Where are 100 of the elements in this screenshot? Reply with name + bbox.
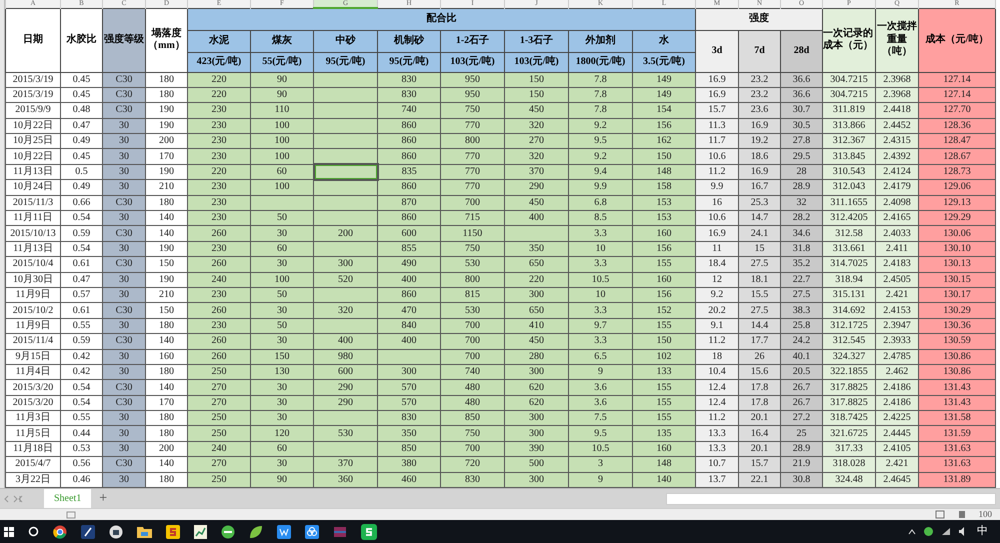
table-cell: 190 [146, 164, 188, 180]
table-cell: 9.4 [568, 164, 632, 180]
table-cell: 312.367 [822, 134, 876, 149]
table-cell: 460 [378, 472, 440, 488]
table-cell: 0.44 [60, 426, 102, 442]
table-cell: 2.4785 [876, 349, 918, 364]
table-cell: 10.6 [696, 210, 738, 226]
table-cell: 18.6 [738, 148, 780, 164]
table-cell: 18.1 [738, 272, 780, 288]
table-cell: 480 [440, 395, 504, 411]
table-cell: 2.4179 [876, 180, 918, 196]
table-cell: 127.14 [918, 72, 996, 88]
chevron-up-icon[interactable] [908, 528, 916, 534]
table-cell: 320 [504, 148, 568, 164]
table-cell: 450 [504, 102, 568, 118]
table-cell: 480 [440, 380, 504, 396]
add-sheet-button[interactable]: + [99, 492, 108, 506]
spreadsheet-app-icon[interactable] [361, 524, 377, 540]
zoom-level: 100 [978, 510, 992, 519]
table-cell: 30 [102, 210, 146, 226]
price-header: 103(元/吨) [504, 52, 568, 72]
table-cell: 28 [780, 164, 822, 180]
pen-icon[interactable] [81, 524, 95, 538]
table-cell: 2015/3/19 [6, 72, 60, 88]
folder-icon[interactable] [137, 526, 152, 538]
table-cell: 9.5 [568, 426, 632, 442]
table-cell: 10.7 [696, 456, 738, 472]
table-cell: 12.4 [696, 395, 738, 411]
table-cell: 100 [250, 272, 314, 288]
table-cell: 2.4098 [876, 195, 918, 211]
table-cell: 11月4日 [6, 364, 60, 380]
table-cell: 18.4 [696, 256, 738, 272]
input-method-indicator[interactable]: 中 [977, 526, 988, 537]
table-cell: 27.5 [780, 287, 822, 303]
archive-icon[interactable] [333, 524, 347, 538]
table-cell: 30 [102, 148, 146, 164]
table-cell: 850 [440, 410, 504, 426]
table-cell: 312.043 [822, 180, 876, 196]
normal-view-icon[interactable] [934, 510, 944, 519]
table-cell: 9.2 [568, 148, 632, 164]
search-icon[interactable] [28, 526, 39, 537]
table-cell: 2.3968 [876, 87, 918, 103]
strength-age-header: 28d [780, 30, 822, 72]
table-cell: 20.1 [738, 410, 780, 426]
material-header: 煤灰 [250, 30, 314, 52]
table-cell: 2.4183 [876, 256, 918, 272]
strength-age-header: 7d [738, 30, 780, 72]
table-cell: 16.9 [696, 226, 738, 242]
letter-s-tile-icon[interactable] [166, 524, 180, 538]
table-cell: 50 [250, 287, 314, 303]
grade-header: 强度等级 [102, 8, 146, 72]
table-cell: 322.1855 [822, 364, 876, 380]
sheet-tab[interactable]: Sheet1 [44, 489, 92, 508]
table-cell: 620 [504, 395, 568, 411]
table-cell: 400 [378, 334, 440, 350]
table-cell: 250 [188, 364, 250, 380]
table-cell: 15.5 [738, 287, 780, 303]
table-cell: 16 [696, 195, 738, 211]
table-cell: 0.45 [60, 148, 102, 164]
table-cell: 180 [146, 410, 188, 426]
table-cell: 0.66 [60, 195, 102, 211]
leaf-icon[interactable] [249, 524, 263, 538]
table-cell: 9.2 [568, 118, 632, 134]
table-cell: 23.2 [738, 72, 780, 88]
table-cell: 7.8 [568, 102, 632, 118]
chart-icon[interactable] [194, 524, 207, 538]
table-cell: 570 [378, 380, 440, 396]
table-cell: 230 [188, 180, 250, 196]
table-cell: 860 [378, 148, 440, 164]
table-cell: 129.29 [918, 210, 996, 226]
slump-header: 塌落度（mm） [146, 8, 188, 72]
table-cell: 149 [632, 72, 696, 88]
table-cell: 90 [250, 472, 314, 488]
material-header: 中砂 [314, 30, 378, 52]
table-cell: 11 [696, 241, 738, 257]
page-view-icon[interactable] [956, 510, 966, 519]
table-cell: 100 [250, 148, 314, 164]
table-cell: 140 [146, 226, 188, 242]
windows-icon[interactable] [4, 526, 14, 536]
horizontal-scrollbar[interactable] [666, 492, 996, 504]
table-cell: 530 [440, 302, 504, 318]
table-cell: 155 [632, 256, 696, 272]
table-cell: 750 [440, 241, 504, 257]
document-icon[interactable] [277, 524, 291, 538]
table-cell: 2.4445 [876, 426, 918, 442]
table-cell: 170 [146, 148, 188, 164]
table-cell: 450 [504, 195, 568, 211]
table-cell: 2.4645 [876, 472, 918, 488]
table-cell: 22.1 [738, 472, 780, 488]
table-cell: 390 [504, 441, 568, 457]
table-cell: 3.3 [568, 256, 632, 272]
browser-icon[interactable] [53, 524, 67, 538]
table-cell: 24.2 [780, 334, 822, 350]
table-cell: 90 [250, 87, 314, 103]
table-cell: 12.4 [696, 380, 738, 396]
table-cell: 300 [504, 364, 568, 380]
table-cell: 11.2 [696, 164, 738, 180]
table-cell: 160 [632, 441, 696, 457]
material-header: 1-2石子 [440, 30, 504, 52]
table-cell: 26.7 [780, 395, 822, 411]
